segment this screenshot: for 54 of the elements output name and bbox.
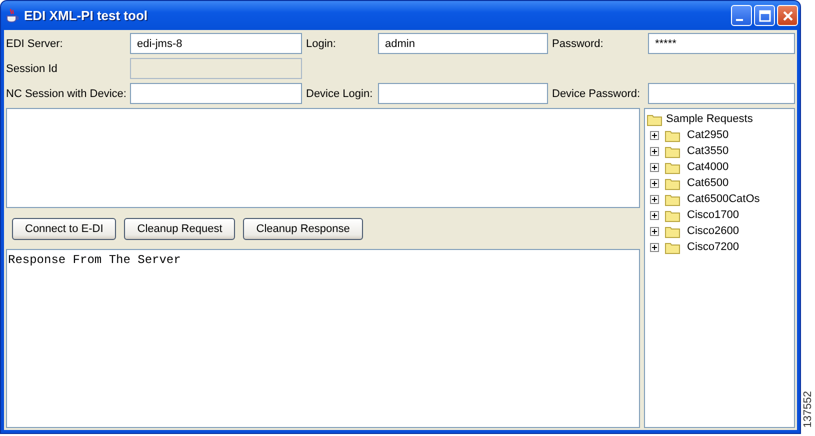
folder-icon: [665, 208, 681, 222]
field-label: Password:: [552, 38, 604, 50]
maximize-button[interactable]: [754, 5, 775, 26]
tree-item[interactable]: Cisco1700: [645, 207, 794, 223]
nc-session-field[interactable]: [130, 83, 302, 104]
close-icon: [782, 10, 794, 22]
tree-item[interactable]: Cat6500CatOs: [645, 191, 794, 207]
folder-icon: [665, 144, 681, 158]
action-button[interactable]: Connect to E-DI: [12, 218, 116, 240]
response-text: Response From The Server: [8, 253, 181, 267]
folder-icon: [647, 112, 663, 126]
folder-icon: [665, 160, 681, 174]
expander-icon[interactable]: [650, 194, 659, 204]
action-button[interactable]: Cleanup Response: [243, 218, 363, 240]
field-label: Device Login:: [306, 88, 374, 100]
close-button[interactable]: [777, 5, 798, 26]
expander-icon[interactable]: [650, 210, 659, 220]
coffee-cup-icon: [5, 8, 19, 24]
device-login-field[interactable]: [378, 83, 548, 104]
tree-item[interactable]: Cat6500: [645, 175, 794, 191]
response-text-area[interactable]: Response From The Server: [6, 249, 640, 428]
tree-item[interactable]: Cisco2600: [645, 223, 794, 239]
maximize-icon: [758, 10, 770, 22]
field-label: EDI Server:: [6, 38, 64, 50]
minimize-button[interactable]: [731, 5, 752, 26]
tree-item[interactable]: Cat4000: [645, 159, 794, 175]
figure-number: 137552: [802, 391, 814, 428]
expander-icon[interactable]: [650, 146, 659, 156]
folder-icon: [665, 224, 681, 238]
folder-icon: [665, 240, 681, 254]
expander-icon[interactable]: [650, 130, 659, 140]
tree-item[interactable]: Cisco7200: [645, 239, 794, 255]
field-label: NC Session with Device:: [6, 88, 126, 100]
password-field[interactable]: *****: [648, 33, 795, 54]
login-field[interactable]: admin: [378, 33, 548, 54]
expander-icon[interactable]: [650, 162, 659, 172]
tree-item[interactable]: Cat3550: [645, 143, 794, 159]
expander-icon[interactable]: [650, 178, 659, 188]
request-text-area[interactable]: [6, 108, 640, 208]
device-password-field[interactable]: [648, 83, 795, 104]
window-title: EDI XML-PI test tool: [24, 8, 148, 23]
tree-item[interactable]: Cat2950: [645, 127, 794, 143]
minimize-icon: [736, 18, 743, 20]
folder-icon: [665, 128, 681, 142]
field-label: Device Password:: [552, 88, 642, 100]
expander-icon[interactable]: [650, 242, 659, 252]
folder-icon: [665, 176, 681, 190]
field-label: Session Id: [6, 62, 58, 74]
field-label: Login:: [306, 38, 337, 50]
tree-item[interactable]: Sample Requests: [645, 111, 794, 127]
folder-icon: [665, 192, 681, 206]
action-button[interactable]: Cleanup Request: [124, 218, 236, 240]
expander-icon[interactable]: [650, 226, 659, 236]
server-field[interactable]: edi-jms-8: [130, 33, 302, 54]
